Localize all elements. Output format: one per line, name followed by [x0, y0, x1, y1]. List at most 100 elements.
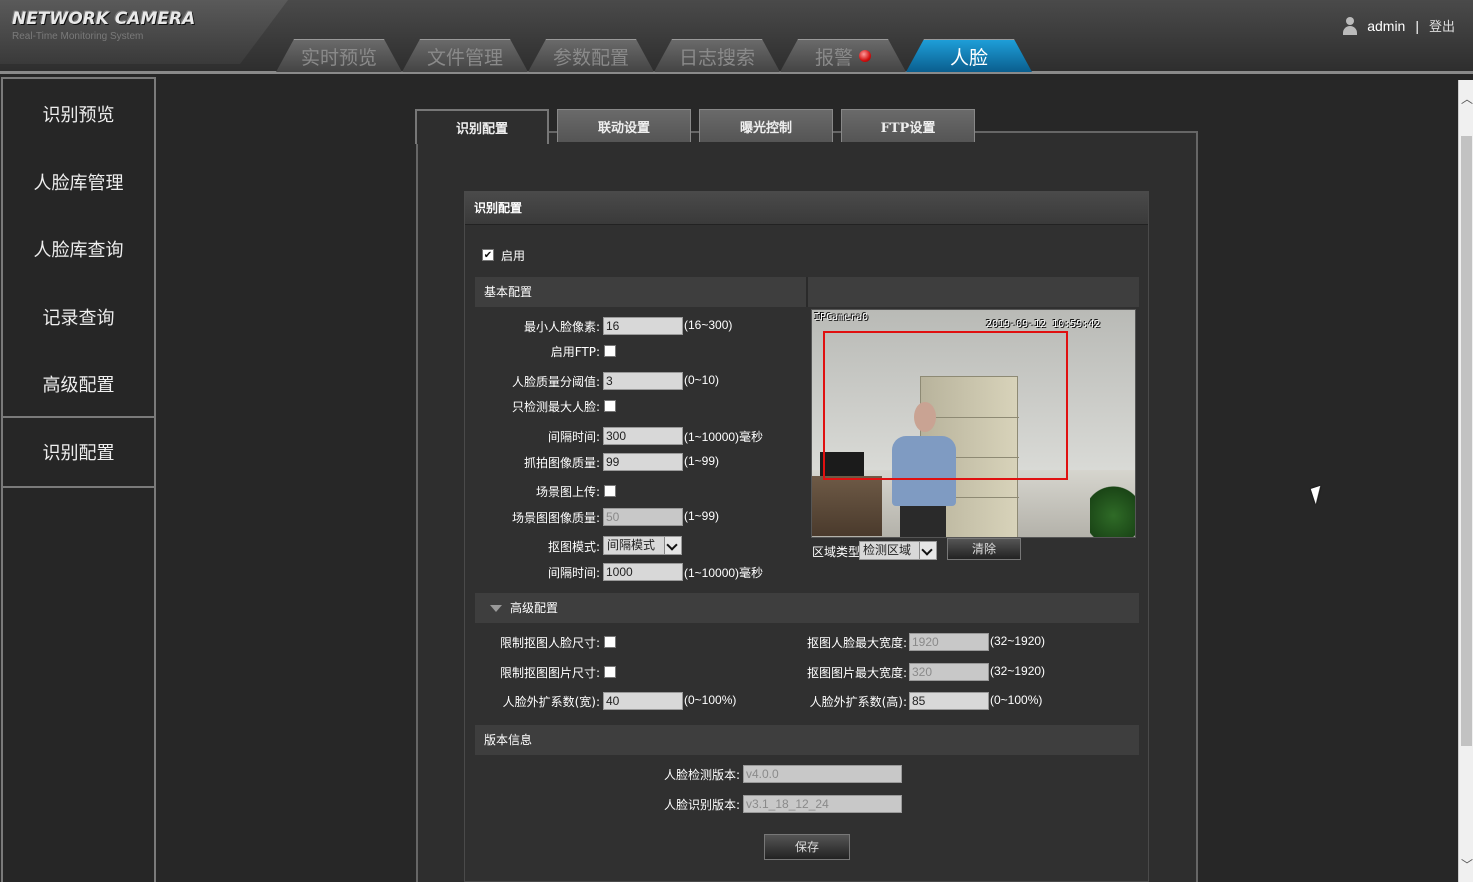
- region-type-select[interactable]: 检测区域: [859, 541, 937, 560]
- face-max-width-input[interactable]: 1920: [909, 633, 989, 651]
- enable-ftp-checkbox[interactable]: [604, 345, 616, 357]
- sidebar: 识别预览 人脸库管理 人脸库查询 记录查询 高级配置 识别配置: [0, 77, 156, 882]
- scroll-down-icon[interactable]: ﹀: [1461, 858, 1473, 872]
- scene-upload-checkbox[interactable]: [604, 485, 616, 497]
- sidebar-item-face-library-management[interactable]: 人脸库管理: [3, 169, 154, 195]
- tab-file-management[interactable]: 文件管理: [402, 39, 528, 72]
- recog-version-input[interactable]: v3.1_18_12_24: [743, 795, 902, 813]
- face-max-width-label: 抠图人脸最大宽度:: [806, 636, 907, 650]
- region-type-value: 检测区域: [863, 543, 912, 557]
- detect-version-label: 人脸检测版本:: [663, 768, 740, 782]
- preview-plant: [1090, 482, 1135, 537]
- face-max-width-range: (32~1920): [990, 634, 1046, 648]
- preview-desk: [812, 476, 882, 536]
- capture-quality-range: (1~99): [684, 454, 720, 468]
- top-header: NETWORK CAMERA Real-Time Monitoring Syst…: [0, 0, 1473, 74]
- expand-h-input[interactable]: 85: [909, 692, 989, 710]
- subtab-linkage-settings[interactable]: 联动设置: [557, 109, 691, 142]
- advanced-config-section[interactable]: 高级配置: [475, 593, 1139, 623]
- limit-face-size-label: 限制抠图人脸尺寸:: [499, 636, 600, 650]
- limit-image-size-label: 限制抠图图片尺寸:: [499, 666, 600, 680]
- enable-checkbox[interactable]: [482, 249, 494, 261]
- clear-button[interactable]: 清除: [947, 538, 1021, 560]
- quality-threshold-range: (0~10): [684, 373, 720, 387]
- expand-h-range: (0~100%): [990, 693, 1043, 707]
- interval-range: (1~10000)毫秒: [684, 430, 764, 444]
- interval2-label: 间隔时间:: [547, 566, 600, 580]
- logo-title: NETWORK CAMERA: [12, 9, 196, 29]
- collapse-triangle-icon[interactable]: [490, 605, 502, 612]
- save-button[interactable]: 保存: [764, 834, 850, 860]
- tab-live-preview[interactable]: 实时预览: [276, 39, 402, 72]
- sidebar-item-advanced-config[interactable]: 高级配置: [3, 371, 154, 397]
- min-face-px-range: (16~300): [684, 318, 733, 332]
- image-max-width-range: (32~1920): [990, 664, 1046, 678]
- scroll-up-icon[interactable]: ︿: [1461, 92, 1473, 106]
- min-face-px-input[interactable]: 16: [603, 317, 683, 335]
- subtab-ftp-settings[interactable]: FTP设置: [841, 109, 975, 142]
- chevron-down-icon: [919, 542, 936, 559]
- sidebar-item-face-library-query[interactable]: 人脸库查询: [3, 236, 154, 262]
- user-separator: |: [1415, 17, 1419, 34]
- mouse-cursor-icon: [1310, 485, 1326, 505]
- detect-max-face-checkbox[interactable]: [604, 400, 616, 412]
- limit-face-size-checkbox[interactable]: [604, 636, 616, 648]
- logout-link[interactable]: 登出: [1429, 16, 1455, 35]
- region-type-label: 区域类型: [812, 545, 861, 559]
- panel-title: 识别配置: [465, 192, 1148, 225]
- interval2-input[interactable]: 1000: [603, 563, 683, 581]
- section-divider: [806, 277, 808, 307]
- scene-upload-label: 场景图上传:: [535, 485, 600, 499]
- subtab-recognition-config[interactable]: 识别配置: [415, 109, 549, 144]
- tab-log-search[interactable]: 日志搜索: [654, 39, 780, 72]
- sidebar-item-recognition-preview[interactable]: 识别预览: [3, 101, 154, 127]
- recog-version-label: 人脸识别版本:: [663, 798, 740, 812]
- tab-alarm[interactable]: 报警: [780, 39, 906, 72]
- interval2-range: (1~10000)毫秒: [684, 566, 764, 580]
- enable-label: 启用: [501, 249, 526, 263]
- expand-w-label: 人脸外扩系数(宽):: [502, 695, 600, 709]
- interval-input[interactable]: 300: [603, 427, 683, 445]
- advanced-config-title: 高级配置: [510, 601, 559, 615]
- main-nav-tabs: 实时预览 文件管理 参数配置 日志搜索 报警 人脸: [276, 39, 1032, 73]
- chevron-down-icon: [664, 537, 681, 554]
- sidebar-group-empty: [1, 486, 156, 882]
- expand-w-input[interactable]: 40: [603, 692, 683, 710]
- capture-quality-input[interactable]: 99: [603, 453, 683, 471]
- scene-quality-label: 场景图图像质量:: [511, 511, 600, 525]
- scroll-thumb[interactable]: [1461, 136, 1472, 746]
- interval-label: 间隔时间:: [547, 430, 600, 444]
- scene-quality-range: (1~99): [684, 509, 720, 523]
- capture-quality-label: 抓拍图像质量:: [523, 456, 600, 470]
- image-max-width-label: 抠图图片最大宽度:: [806, 666, 907, 680]
- enable-ftp-label: 启用FTP:: [550, 345, 600, 359]
- app-window: NETWORK CAMERA Real-Time Monitoring Syst…: [0, 0, 1473, 882]
- quality-threshold-label: 人脸质量分阈值:: [511, 375, 600, 389]
- scene-quality-input[interactable]: 50: [603, 508, 683, 526]
- version-info-title: 版本信息: [484, 733, 533, 747]
- tab-parameter-config[interactable]: 参数配置: [528, 39, 654, 72]
- capture-mode-select[interactable]: 间隔模式: [603, 536, 682, 555]
- image-max-width-input[interactable]: 320: [909, 663, 989, 681]
- subtab-exposure-control[interactable]: 曝光控制: [699, 109, 833, 142]
- page-scrollbar[interactable]: ︿ ﹀: [1458, 80, 1473, 882]
- limit-image-size-checkbox[interactable]: [604, 666, 616, 678]
- sidebar-item-record-query[interactable]: 记录查询: [3, 304, 154, 330]
- alarm-indicator-icon: [859, 50, 871, 62]
- tab-face[interactable]: 人脸: [906, 39, 1032, 72]
- version-info-section: 版本信息: [475, 725, 1139, 755]
- expand-h-label: 人脸外扩系数(高):: [809, 695, 907, 709]
- user-icon: [1343, 16, 1358, 35]
- osd-camera-name: IPCamera0: [814, 312, 869, 323]
- recognition-config-panel: 识别配置 启用 基本配置 最小人脸像素: 16 (16~300) 启用FTP: …: [464, 191, 1149, 882]
- camera-preview[interactable]: IPCamera0 2019-09-12 10:59:42: [811, 309, 1136, 538]
- detection-region-rect[interactable]: [823, 331, 1068, 480]
- quality-threshold-input[interactable]: 3: [603, 372, 683, 390]
- capture-mode-label: 抠图模式:: [547, 540, 600, 554]
- detect-version-input[interactable]: v4.0.0: [743, 765, 902, 783]
- logo-subtitle: Real-Time Monitoring System: [12, 31, 144, 42]
- sidebar-item-recognition-config[interactable]: 识别配置: [3, 439, 154, 465]
- capture-mode-value: 间隔模式: [607, 538, 656, 552]
- sidebar-group-main: 识别预览 人脸库管理 人脸库查询 记录查询 高级配置: [1, 77, 156, 418]
- basic-config-title: 基本配置: [484, 285, 533, 299]
